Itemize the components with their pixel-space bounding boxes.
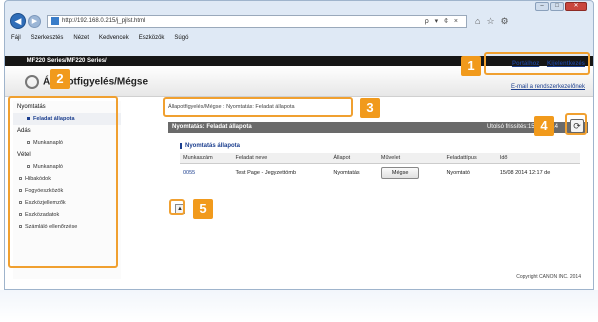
table-row: 0055 Test Page - Jegyzettömb Nyomtatás M…	[180, 164, 580, 183]
forward-button[interactable]: ▶	[28, 14, 41, 28]
print-status-panel: Nyomtatás állapota Munkaszám Feladat nev…	[180, 143, 580, 191]
highlight-sidebar	[8, 96, 118, 268]
panel-title: Nyomtatás állapota	[180, 143, 580, 149]
address-row: ◀ ▶ http://192.168.0.215/j_pjlst.html ρ …	[5, 11, 593, 31]
menu-view[interactable]: Nézet	[73, 35, 89, 41]
col-job-number: Munkaszám	[180, 153, 233, 164]
col-time: Idő	[496, 153, 580, 164]
menu-file[interactable]: Fájl	[11, 35, 21, 41]
page-title: Állapotfigyelés/Mégse	[25, 75, 148, 89]
status-monitor-icon	[25, 75, 39, 89]
cancel-job-button[interactable]: Mégse	[380, 167, 420, 179]
highlight-breadcrumb	[163, 97, 353, 117]
url-text: http://192.168.0.215/j_pjlst.html	[62, 18, 146, 24]
email-admin-link[interactable]: E-mail a rendszerkezelőnek	[511, 84, 585, 90]
favorites-star-icon[interactable]: ☆	[486, 16, 494, 27]
highlight-refresh	[565, 113, 587, 135]
copyright: Copyright CANON INC. 2014	[516, 274, 581, 280]
job-name: Test Page - Jegyzettömb	[235, 170, 296, 176]
back-button[interactable]: ◀	[10, 13, 26, 29]
callout-5: 5	[193, 199, 213, 219]
address-bar[interactable]: http://192.168.0.215/j_pjlst.html ρ ▾ ¢ …	[47, 14, 467, 28]
callout-1: 1	[461, 56, 481, 76]
menu-help[interactable]: Súgó	[174, 35, 188, 41]
col-job-type: Feladattípus	[443, 153, 497, 164]
section-title: Nyomtatás: Feladat állapota	[172, 124, 252, 130]
job-status: Nyomtatás	[333, 170, 360, 176]
job-number-link[interactable]: 0055	[180, 164, 232, 183]
job-table: Munkaszám Feladat neve Állapot Művelet F…	[180, 153, 580, 182]
action-cell: Mégse	[378, 164, 444, 183]
menu-tools[interactable]: Eszközök	[139, 35, 165, 41]
callout-4: 4	[534, 116, 554, 136]
menu-favorites[interactable]: Kedvencek	[99, 35, 129, 41]
highlight-top-links	[484, 52, 590, 75]
device-model: MF220 Series/MF220 Series/	[26, 58, 107, 64]
job-type: Nyomtató	[446, 170, 470, 176]
section-title-bar: Nyomtatás: Feladat állapota Utolsó friss…	[168, 122, 588, 133]
col-action: Művelet	[377, 153, 444, 164]
col-status: Állapot	[330, 153, 378, 164]
job-time: 15/08 2014 12:17 de	[499, 170, 551, 176]
address-tools[interactable]: ρ ▾ ¢ ×	[425, 17, 460, 25]
bottom-fade	[0, 290, 598, 322]
col-job-name: Feladat neve	[232, 153, 331, 164]
menu-bar: Fájl Szerkesztés Nézet Kedvencek Eszközö…	[5, 32, 593, 43]
menu-edit[interactable]: Szerkesztés	[31, 35, 64, 41]
close-button[interactable]: ✕	[565, 2, 587, 11]
maximize-button[interactable]: □	[550, 2, 564, 11]
tools-gear-icon[interactable]: ⚙	[501, 16, 509, 27]
callout-3: 3	[360, 98, 380, 118]
home-icon[interactable]: ⌂	[475, 16, 480, 27]
callout-2: 2	[50, 69, 70, 89]
browser-right-icons: ⌂ ☆ ⚙	[475, 16, 509, 27]
minimize-button[interactable]: –	[535, 2, 549, 11]
table-header-row: Munkaszám Feladat neve Állapot Művelet F…	[180, 153, 580, 164]
highlight-page-top	[169, 199, 185, 215]
window-controls: – □ ✕	[535, 2, 587, 11]
favicon-icon	[51, 17, 59, 25]
